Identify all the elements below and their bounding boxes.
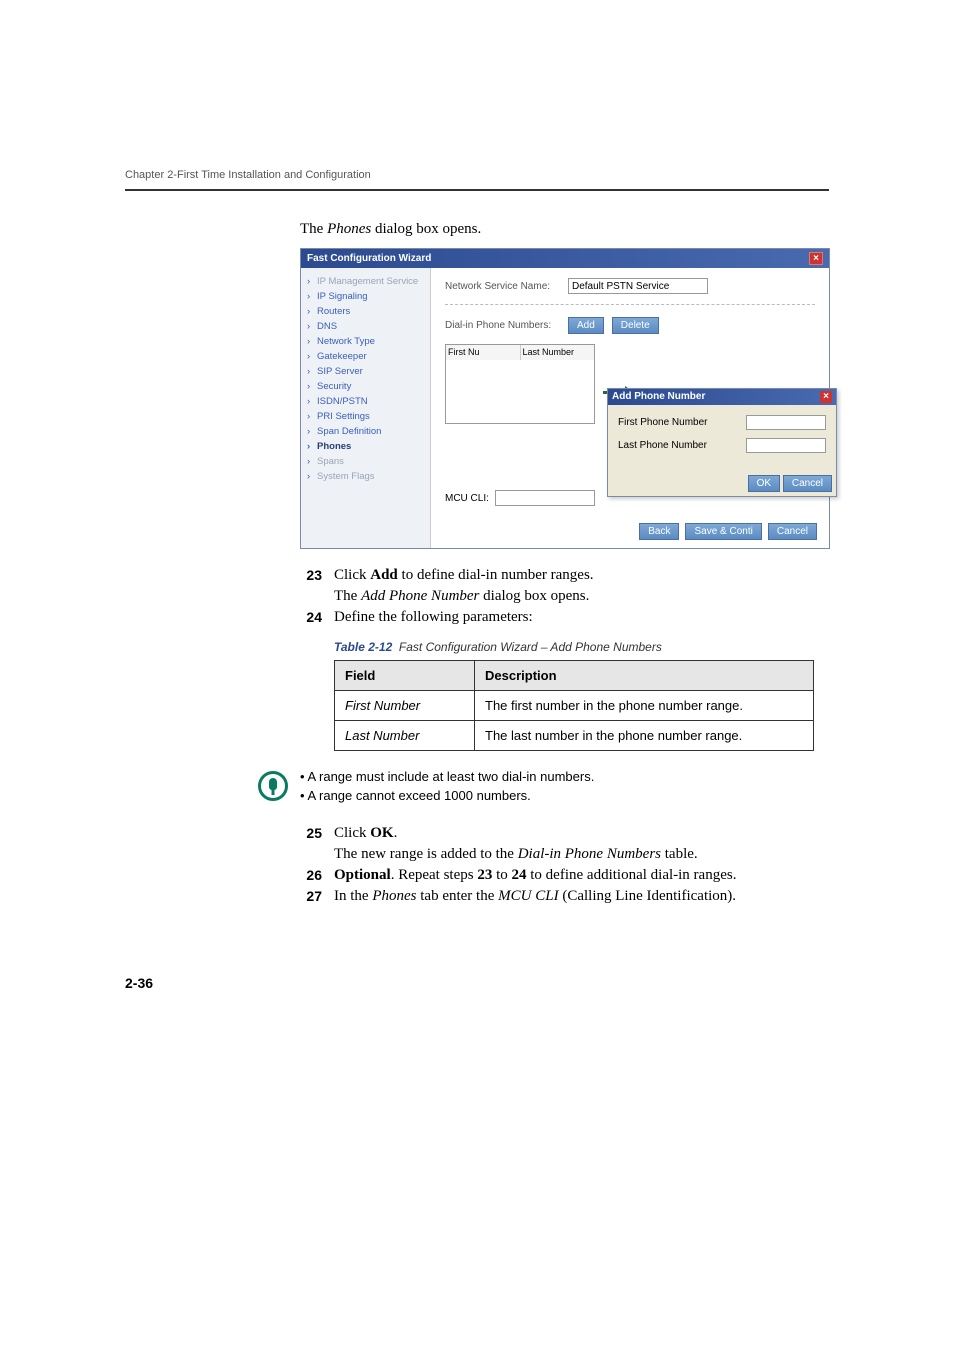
t: Add [370, 567, 398, 583]
step-25: 25 Click OK. The new range is added to t… [300, 825, 814, 863]
sidebar-item[interactable]: System Flags [305, 469, 426, 484]
save-continue-button[interactable]: Save & Conti [685, 523, 761, 540]
td-field: First Number [335, 691, 475, 721]
t: Dial-in Phone Numbers [518, 846, 661, 862]
intro-em: Phones [327, 221, 371, 237]
note-block: A range must include at least two dial-i… [258, 769, 814, 807]
sidebar-item[interactable]: Routers [305, 304, 426, 319]
sidebar-item-phones[interactable]: Phones [305, 439, 426, 454]
step-num: 27 [300, 888, 322, 905]
add-phone-number-dialog: Add Phone Number × First Phone Number La… [607, 388, 837, 497]
inner-title-text: Add Phone Number [612, 391, 705, 403]
note-item: A range must include at least two dial-i… [300, 769, 594, 784]
sidebar-item[interactable]: Gatekeeper [305, 349, 426, 364]
sidebar-item[interactable]: DNS [305, 319, 426, 334]
table-body [445, 360, 595, 424]
sidebar-item[interactable]: Network Type [305, 334, 426, 349]
t: OK [370, 825, 393, 841]
nsn-input[interactable] [568, 278, 708, 294]
sidebar-item[interactable]: Security [305, 379, 426, 394]
cancel-button[interactable]: Cancel [768, 523, 817, 540]
sidebar-item[interactable]: Spans [305, 454, 426, 469]
delete-button[interactable]: Delete [612, 317, 659, 334]
sidebar-item[interactable]: Span Definition [305, 424, 426, 439]
cancel-button[interactable]: Cancel [783, 475, 832, 492]
step-27: 27 In the Phones tab enter the MCU CLI (… [300, 888, 814, 905]
t: to define dial-in number ranges. [398, 567, 594, 583]
wizard-titlebar: Fast Configuration Wizard × [301, 249, 829, 268]
pushpin-icon [258, 771, 288, 801]
page-number: 2-36 [125, 975, 954, 991]
note-item: A range cannot exceed 1000 numbers. [300, 788, 594, 803]
t: Phones [372, 888, 416, 904]
th-desc: Description [475, 661, 814, 691]
fast-config-wizard: Fast Configuration Wizard × IP Managemen… [300, 248, 830, 549]
intro-line: The Phones dialog box opens. [300, 221, 814, 238]
step-num: 25 [300, 825, 322, 863]
step-num: 26 [300, 867, 322, 884]
t: table. [661, 846, 698, 862]
first-phone-input[interactable] [746, 415, 826, 430]
t: tab enter the [417, 888, 499, 904]
step-26: 26 Optional. Repeat steps 23 to 24 to de… [300, 867, 814, 884]
t: Define the following parameters: [334, 609, 533, 625]
step-num: 23 [300, 567, 322, 605]
sidebar-item[interactable]: SIP Server [305, 364, 426, 379]
td-field: Last Number [335, 721, 475, 751]
step-num: 24 [300, 609, 322, 626]
sidebar-item[interactable]: PRI Settings [305, 409, 426, 424]
t: The [334, 588, 361, 604]
t: (Calling Line Identification). [559, 888, 736, 904]
th-field: Field [335, 661, 475, 691]
sidebar-item[interactable]: IP Management Service [305, 274, 426, 289]
t: . [394, 825, 398, 841]
chapter-label: Chapter 2-First Time Installation and Co… [125, 169, 371, 181]
mcu-cli-label: MCU CLI: [445, 493, 489, 504]
close-icon[interactable]: × [809, 252, 823, 265]
t: The new range is added to the [334, 846, 518, 862]
t: 23 [477, 867, 492, 883]
separator [445, 304, 815, 305]
last-phone-label: Last Phone Number [618, 440, 707, 451]
td-desc: The first number in the phone number ran… [475, 691, 814, 721]
back-button[interactable]: Back [639, 523, 679, 540]
wizard-sidebar: IP Management Service IP Signaling Route… [301, 268, 431, 548]
step-24: 24 Define the following parameters: [300, 609, 814, 626]
t: to [492, 867, 511, 883]
t: Click [334, 825, 370, 841]
table-caption: Table 2-12 Fast Configuration Wizard – A… [334, 640, 814, 654]
add-button[interactable]: Add [568, 317, 604, 334]
t: MCU CLI [498, 888, 558, 904]
t: Add Phone Number [361, 588, 479, 604]
caption-label: Table 2-12 [334, 640, 392, 654]
td-desc: The last number in the phone number rang… [475, 721, 814, 751]
caption-text: Fast Configuration Wizard – Add Phone Nu… [399, 640, 662, 654]
chapter-header: Chapter 2-First Time Installation and Co… [125, 165, 829, 191]
close-icon[interactable]: × [820, 391, 832, 403]
intro-post: dialog box opens. [371, 221, 481, 237]
nsn-label: Network Service Name: [445, 281, 560, 292]
sidebar-item[interactable]: IP Signaling [305, 289, 426, 304]
t: . Repeat steps [391, 867, 478, 883]
t: to define additional dial-in ranges. [527, 867, 737, 883]
col-last: Last Number [521, 345, 595, 361]
t: Click [334, 567, 370, 583]
t: In the [334, 888, 372, 904]
wizard-title-text: Fast Configuration Wizard [307, 253, 431, 264]
sidebar-item[interactable]: ISDN/PSTN [305, 394, 426, 409]
step-23: 23 Click Add to define dial-in number ra… [300, 567, 814, 605]
first-phone-label: First Phone Number [618, 417, 707, 428]
intro-pre: The [300, 221, 327, 237]
params-table: Field Description First Number The first… [334, 660, 814, 751]
t: 24 [512, 867, 527, 883]
col-first: First Nu [446, 345, 521, 361]
mcu-cli-input[interactable] [495, 490, 595, 506]
last-phone-input[interactable] [746, 438, 826, 453]
t: dialog box opens. [479, 588, 589, 604]
dpn-label: Dial-in Phone Numbers: [445, 320, 560, 331]
ok-button[interactable]: OK [748, 475, 780, 492]
t: Optional [334, 867, 391, 883]
